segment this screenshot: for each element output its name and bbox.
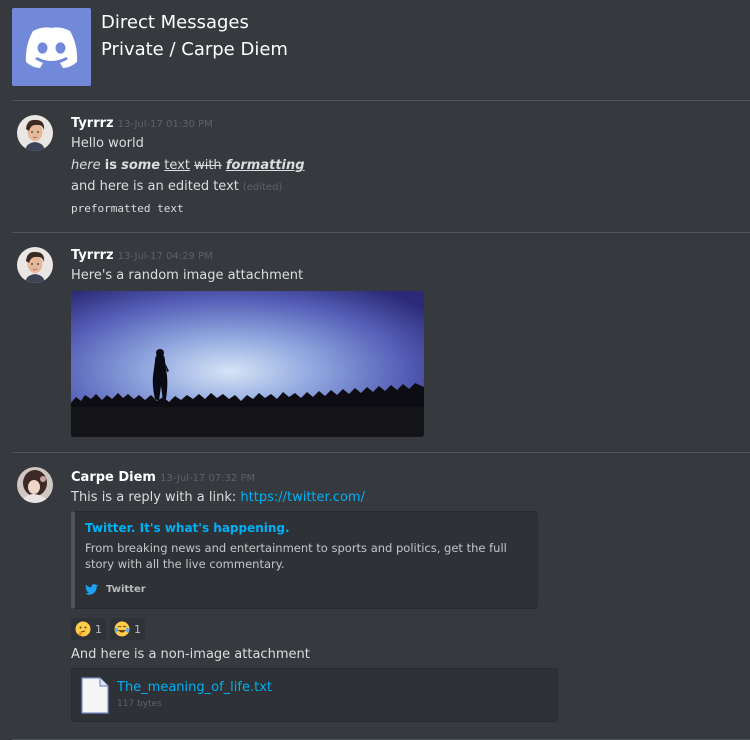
- discord-logo-icon: [25, 27, 78, 68]
- image-attachment[interactable]: [71, 291, 424, 437]
- edited-message: and here is an edited text (edited): [71, 179, 282, 194]
- tears-of-joy-icon: [114, 621, 130, 637]
- message-text: Hello world: [71, 136, 144, 151]
- timestamp: 13-Jul-17 07:32 PM: [159, 473, 256, 484]
- italic-text: here: [71, 158, 101, 173]
- bold-italic-text: some: [121, 158, 161, 173]
- message-header: Tyrrrz 13-Jul-17 01:30 PM: [71, 116, 213, 131]
- file-icon: [81, 677, 109, 714]
- reaction-joy[interactable]: 1: [110, 618, 145, 640]
- embed-description: From breaking news and entertainment to …: [85, 541, 507, 571]
- header-subtitle: Private / Carpe Diem: [101, 39, 288, 60]
- message-group: Tyrrrz 13-Jul-17 01:30 PM Hello world her…: [0, 101, 750, 232]
- avatar[interactable]: [17, 247, 53, 283]
- bold-italic-underline-text: formatting: [225, 158, 305, 173]
- file-size: 117 bytes: [117, 699, 162, 709]
- message-link[interactable]: https://twitter.com/: [240, 490, 365, 505]
- reactions: 1 1: [71, 618, 149, 640]
- preformatted-text: preformatted text: [71, 202, 184, 215]
- author-name[interactable]: Carpe Diem: [71, 470, 156, 485]
- edited-label: (edited): [242, 182, 283, 193]
- twitter-bird-icon: [85, 584, 98, 595]
- bold-text: is: [104, 158, 117, 173]
- avatar[interactable]: [17, 467, 53, 503]
- message-header: Tyrrrz 13-Jul-17 04:29 PM: [71, 248, 213, 263]
- author-name[interactable]: Tyrrrz: [71, 248, 114, 263]
- reaction-thinking[interactable]: 1: [71, 618, 106, 640]
- file-name-link[interactable]: The_meaning_of_life.txt: [117, 680, 272, 695]
- link-embed: Twitter. It's what's happening. From bre…: [71, 511, 538, 609]
- underline-text: text: [164, 158, 190, 173]
- embed-footer-text: Twitter: [106, 584, 146, 595]
- message-text: This is a reply with a link:: [71, 490, 237, 505]
- thinking-face-icon: [75, 621, 91, 637]
- message-header: Carpe Diem 13-Jul-17 07:32 PM: [71, 470, 255, 485]
- message-with-link: This is a reply with a link: https://twi…: [71, 490, 365, 505]
- embed-footer: Twitter: [85, 584, 146, 595]
- reaction-count: 1: [95, 622, 102, 636]
- strikethrough-text: with: [194, 158, 222, 173]
- message-group: Tyrrrz 13-Jul-17 04:29 PM Here's a random…: [0, 233, 750, 452]
- timestamp: 13-Jul-17 01:30 PM: [117, 119, 213, 130]
- message-text: Here's a random image attachment: [71, 268, 304, 283]
- formatted-message: here is some text with formatting: [71, 158, 305, 173]
- reaction-count: 1: [134, 622, 141, 636]
- header-title: Direct Messages: [101, 12, 249, 33]
- guild-icon: [12, 8, 91, 86]
- message-group: Carpe Diem 13-Jul-17 07:32 PM This is a r…: [0, 453, 750, 740]
- message-text: and here is an edited text: [71, 179, 239, 194]
- channel-header: Direct Messages Private / Carpe Diem: [0, 0, 750, 100]
- embed-title[interactable]: Twitter. It's what's happening.: [85, 521, 290, 535]
- message-text: And here is a non-image attachment: [71, 647, 310, 662]
- avatar[interactable]: [17, 115, 53, 151]
- timestamp: 13-Jul-17 04:29 PM: [117, 251, 213, 262]
- file-attachment: The_meaning_of_life.txt 117 bytes: [71, 668, 558, 722]
- author-name[interactable]: Tyrrrz: [71, 116, 114, 131]
